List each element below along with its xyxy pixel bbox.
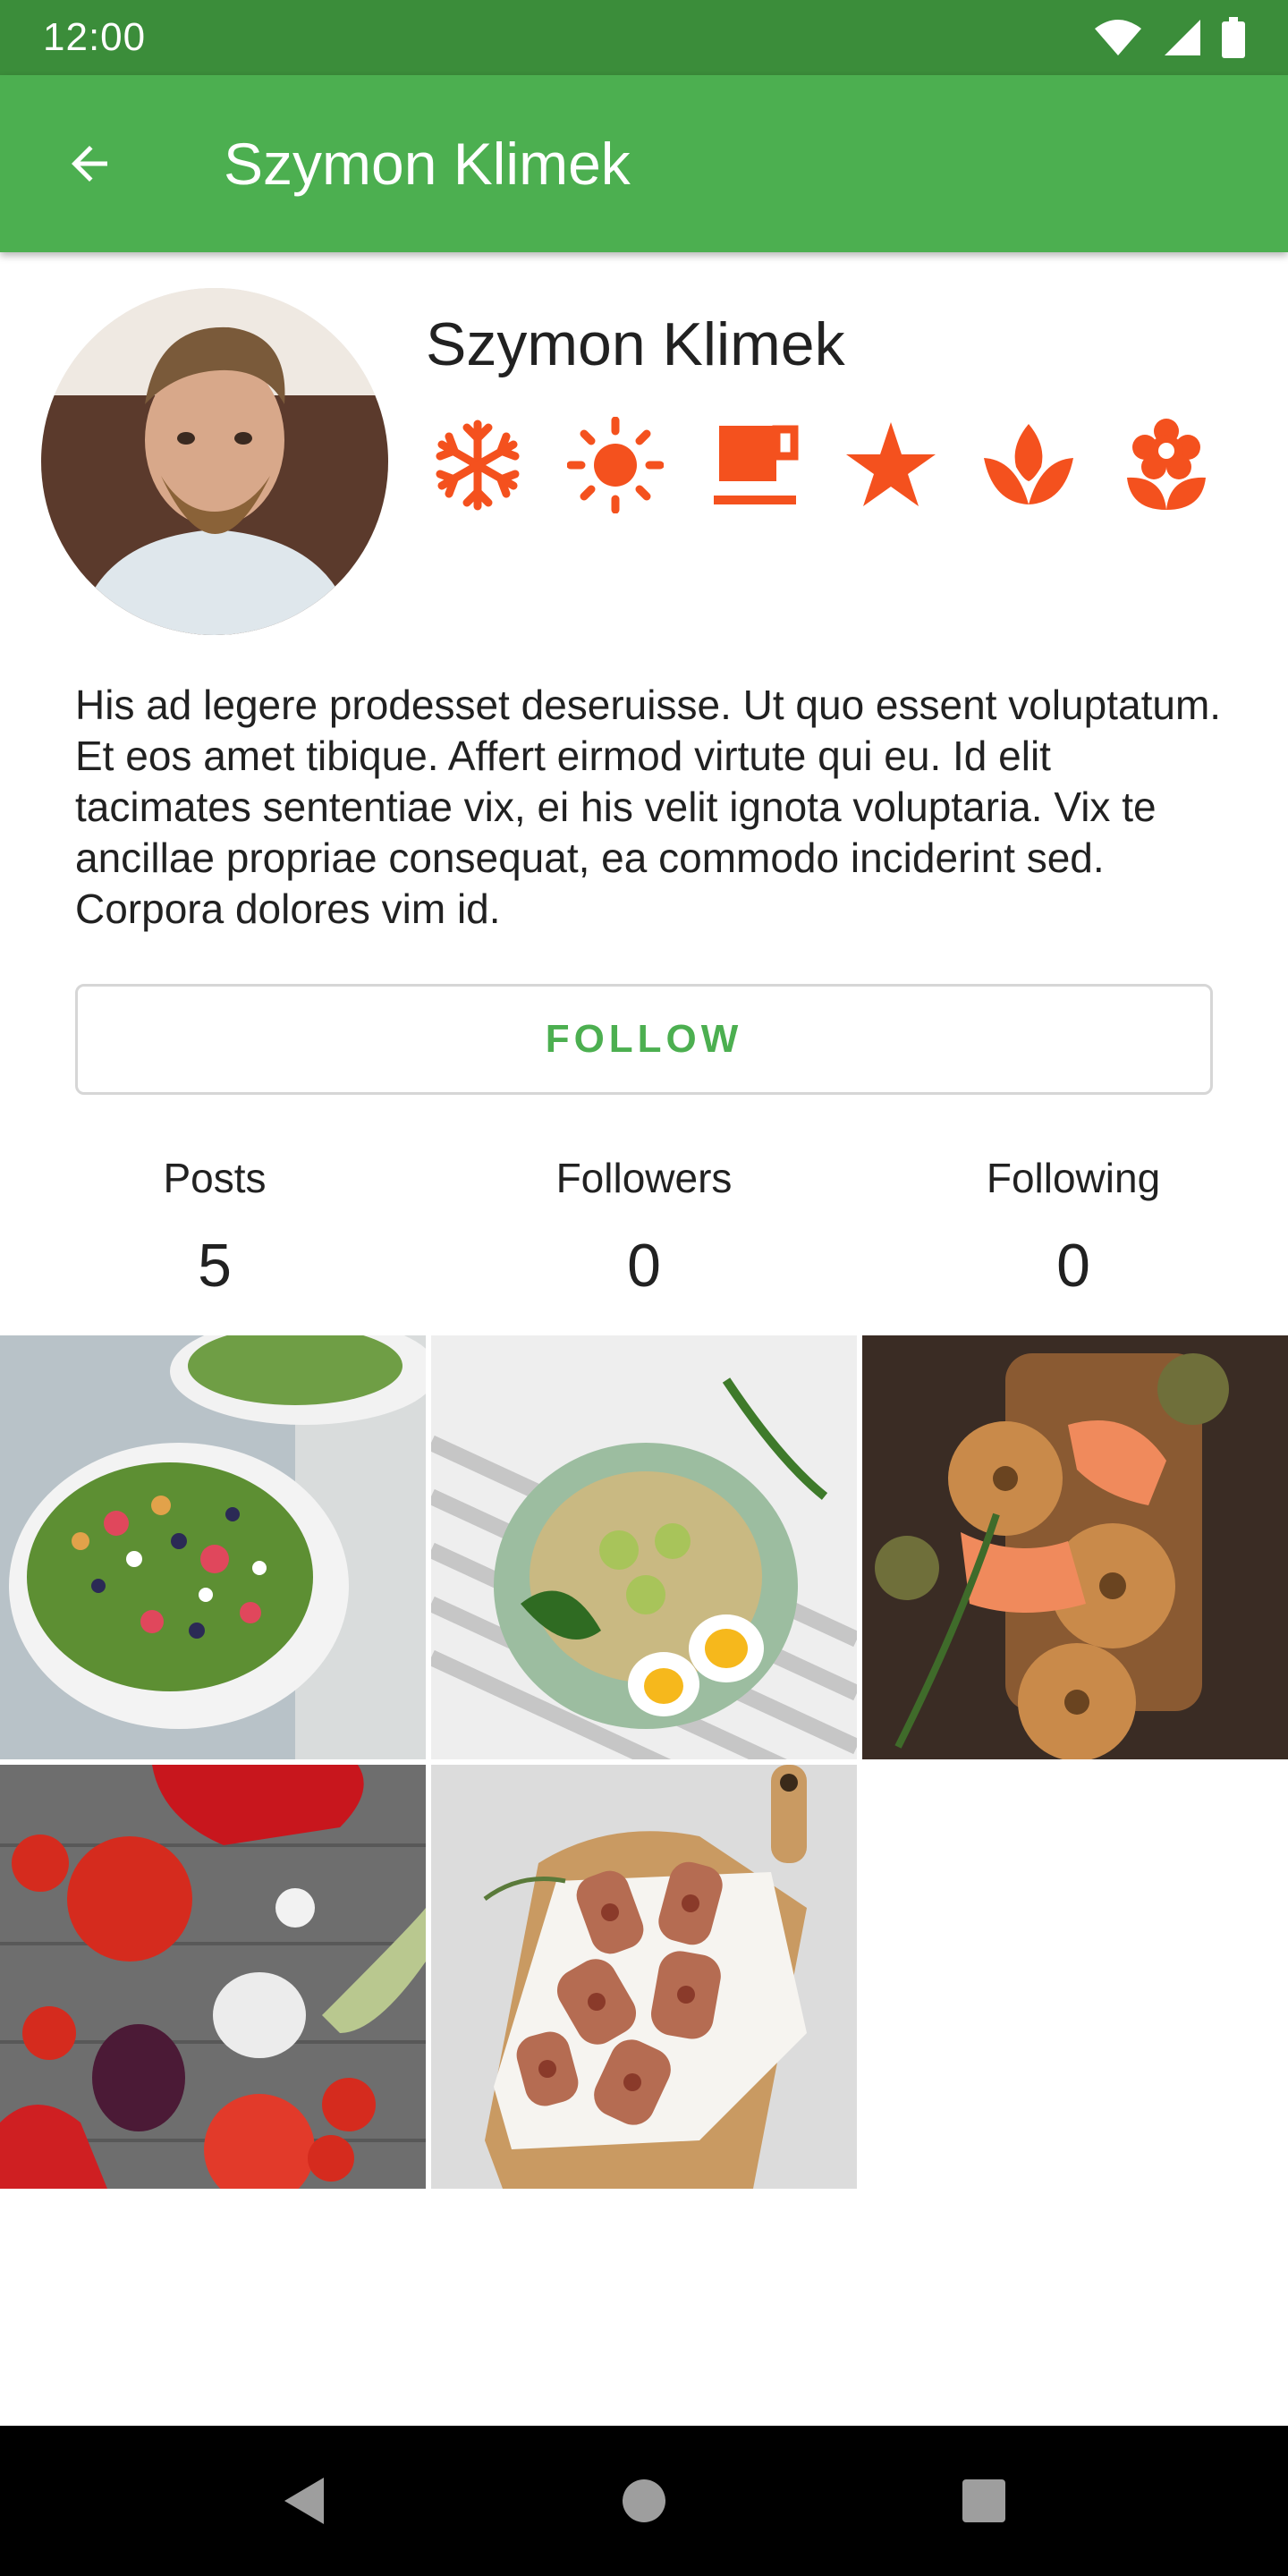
profile-bio: His ad legere prodesset deseruisse. Ut q… bbox=[75, 682, 1222, 932]
badge-row bbox=[429, 417, 1215, 513]
vegetables-photo[interactable] bbox=[0, 1765, 426, 2189]
snowflake-icon bbox=[429, 417, 526, 513]
coffee-icon bbox=[705, 417, 801, 513]
app-bar: Szymon Klimek bbox=[0, 75, 1288, 252]
stat-value: 0 bbox=[1056, 1232, 1090, 1300]
recents-square-icon bbox=[962, 2479, 1005, 2522]
status-time: 12:00 bbox=[43, 15, 147, 59]
arrow-back-icon bbox=[72, 146, 107, 182]
wifi-icon bbox=[1095, 20, 1141, 55]
stat-following[interactable]: Following 0 bbox=[859, 1154, 1288, 1333]
nav-back-button[interactable] bbox=[268, 2465, 340, 2537]
follow-button[interactable]: FOLLOW bbox=[75, 984, 1213, 1095]
signal-icon bbox=[1165, 20, 1200, 55]
stat-label: Posts bbox=[163, 1155, 267, 1201]
lotus-icon bbox=[980, 417, 1077, 513]
battery-icon bbox=[1222, 17, 1245, 58]
status-bar: 12:00 bbox=[0, 0, 1288, 75]
stats-row: Posts 5 Followers 0 Following 0 bbox=[0, 1154, 1288, 1333]
stat-label: Following bbox=[986, 1155, 1161, 1201]
system-nav-bar bbox=[0, 2426, 1288, 2576]
back-button[interactable] bbox=[45, 119, 134, 208]
nav-home-button[interactable] bbox=[608, 2465, 680, 2537]
avatar bbox=[41, 288, 388, 635]
profile-name: Szymon Klimek bbox=[426, 310, 845, 378]
app-bar-title: Szymon Klimek bbox=[224, 131, 631, 197]
salmon-bagels-photo[interactable] bbox=[862, 1335, 1288, 1759]
flower-icon bbox=[1118, 417, 1215, 513]
home-circle-icon bbox=[623, 2479, 665, 2522]
stat-value: 0 bbox=[627, 1232, 661, 1300]
stat-value: 5 bbox=[198, 1232, 232, 1300]
stat-followers[interactable]: Followers 0 bbox=[429, 1154, 859, 1333]
bacon-rolls-photo[interactable] bbox=[431, 1765, 857, 2189]
stat-label: Followers bbox=[555, 1155, 733, 1201]
rice-vegetables-photo[interactable] bbox=[431, 1335, 857, 1759]
profile-header: Szymon Klimek bbox=[0, 252, 1288, 664]
status-icons bbox=[1093, 17, 1245, 58]
salad-photo[interactable] bbox=[0, 1335, 426, 1759]
back-triangle-icon bbox=[284, 2478, 324, 2524]
stat-posts[interactable]: Posts 5 bbox=[0, 1154, 429, 1333]
sun-icon bbox=[567, 417, 664, 513]
star-icon bbox=[843, 417, 939, 513]
nav-recents-button[interactable] bbox=[948, 2465, 1020, 2537]
